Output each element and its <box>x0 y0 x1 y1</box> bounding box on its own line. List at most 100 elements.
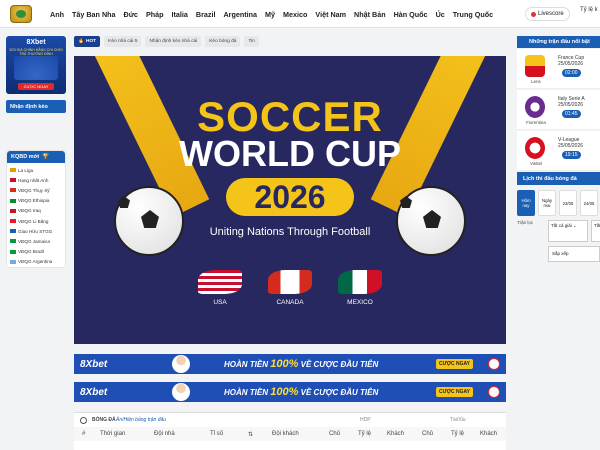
nav-item[interactable]: Italia <box>168 10 192 19</box>
nav-item[interactable]: Argentina <box>219 10 261 19</box>
schedule-tabs: Hôm nay Ngày mai 23/05 24/05 <box>517 190 600 216</box>
promo-cta-button[interactable]: CƯỢC NGAY <box>436 387 474 397</box>
nav-item[interactable]: Hàn Quốc <box>390 10 432 19</box>
col-header: Tỷ lệ <box>451 431 465 437</box>
sort-icon[interactable]: ⇅ <box>248 431 253 438</box>
team-crest-icon <box>525 137 545 159</box>
ad-subtitle: ĐỒI GIÀ CHÍNH HÃNG CHI CHỐI TRẢ THƯỞNG Đ… <box>9 48 63 56</box>
kqbd-item[interactable]: VĐQG Jamaica <box>10 236 62 246</box>
nav-item[interactable]: Trung Quốc <box>449 10 497 19</box>
world-cup-banner[interactable]: SOCCER WORLD CUP 2026 Uniting Nations Th… <box>74 56 506 344</box>
league-flag-icon <box>10 249 16 254</box>
col-header: Tỉ số <box>210 431 224 437</box>
promo-text-b: VỀ CƯỢC ĐẦU TIÊN <box>300 388 379 397</box>
kqbd-item[interactable]: VĐQG Brazil <box>10 247 62 257</box>
promo-text-a: HOÀN TIỀN <box>224 360 268 369</box>
col-header: Đội khách <box>272 431 299 437</box>
league-flag-icon <box>10 239 16 244</box>
nav-item[interactable]: Mỹ <box>261 10 279 19</box>
featured-match[interactable]: Viettel V-League 25/05/2026 19:15 <box>517 131 600 171</box>
country-nav: Anh Tây Ban Nha Đức Pháp Italia Brazil A… <box>46 0 497 28</box>
taixiu-header: Tài/Xỉu <box>450 417 466 423</box>
country-label: MEXICO <box>347 299 373 306</box>
league-flag-icon <box>10 188 16 193</box>
kqbd-item[interactable]: VĐQG Li Băng <box>10 216 62 226</box>
livescore-button[interactable]: Livescore <box>525 7 570 21</box>
kqbd-item[interactable]: Hạng nhất Anh <box>10 175 62 185</box>
kqbd-item-label: VĐQG Argentina <box>18 259 53 265</box>
nav-item[interactable]: Đức <box>120 10 142 19</box>
promo-banner[interactable]: 8Xbet HOÀN TIỀN 100% VỀ CƯỢC ĐẦU TIÊN CƯ… <box>74 382 506 402</box>
nav-item[interactable]: Pháp <box>142 10 168 19</box>
match-info: Italy Serie A 25/05/2026 <box>558 96 585 109</box>
match-info: France Cup 25/05/2026 <box>558 55 584 68</box>
kqbd-list: La Liga Hạng nhất Anh VĐQG Thụy Sỹ VĐQG Eth… <box>7 163 65 269</box>
kqbd-item[interactable]: VĐQG Iraq <box>10 206 62 216</box>
tab-today[interactable]: Hôm nay <box>517 190 535 216</box>
featured-matches-title: Những trận đấu nổi bật <box>517 36 600 48</box>
promo-person-image <box>172 383 190 401</box>
sort-select[interactable]: Sắp xếp <box>548 246 600 262</box>
promo-banner[interactable]: 8Xbet HOÀN TIỀN 100% VỀ CƯỢC ĐẦU TIÊN CƯ… <box>74 354 506 374</box>
kqbd-item-label: VĐQG Brazil <box>18 249 45 255</box>
country-canada: CANADA <box>260 270 320 306</box>
kqbd-item[interactable]: Giao Hữu STGG <box>10 226 62 236</box>
kqbd-item[interactable]: La Liga <box>10 165 62 175</box>
nav-item[interactable]: Brazil <box>192 10 220 19</box>
promo-text-b: VỀ CƯỢC ĐẦU TIÊN <box>300 360 379 369</box>
chip-hot[interactable]: 🔥 HOT <box>74 36 101 47</box>
promo-brand: 8Xbet <box>80 386 108 398</box>
col-header: Thời gian <box>100 431 126 437</box>
promo-pct: 100% <box>270 358 299 370</box>
sidebar-ad-8xbet[interactable]: 8Xbet ĐỒI GIÀ CHÍNH HÃNG CHI CHỐI TRẢ TH… <box>6 36 66 94</box>
kqbd-item[interactable]: VĐQG Ethiopia <box>10 196 62 206</box>
secondary-select[interactable]: Tất <box>591 220 600 242</box>
league-select[interactable]: Tất cả giải ⌄ <box>548 220 588 242</box>
chip-filter[interactable]: Nhận định kèo nhà cái <box>145 36 202 47</box>
featured-match[interactable]: Lens France Cup 25/05/2026 02:00 <box>517 49 600 89</box>
schedule-title: Lịch thi đấu bóng đá <box>517 172 600 185</box>
match-date: 25/05/2026 <box>558 61 584 68</box>
chip-hot-label: HOT <box>85 39 97 44</box>
chip-filter[interactable]: Kèo nhà cái 5 <box>104 36 142 47</box>
odds-rate-link[interactable]: Tỷ lệ k <box>580 7 598 13</box>
match-info: V-League 25/05/2026 <box>558 137 583 150</box>
nav-item[interactable]: Úc <box>432 10 449 19</box>
promo-cta-button[interactable]: CƯỢC NGAY <box>436 359 474 369</box>
nav-item[interactable]: Anh <box>46 10 68 19</box>
promo-pct: 100% <box>270 386 299 398</box>
league: France Cup <box>558 55 585 61</box>
tab-date[interactable]: 23/05 <box>559 190 577 216</box>
nav-item[interactable]: Mexico <box>279 10 311 19</box>
site-logo[interactable] <box>10 5 32 23</box>
nav-item[interactable]: Nhật Bản <box>350 10 390 19</box>
col-header: Tỷ lệ <box>358 431 372 437</box>
league-flag-icon <box>10 259 16 264</box>
country-mexico: MEXICO <box>330 270 390 306</box>
soccer-ball-icon <box>80 416 87 424</box>
country-usa: USA <box>190 270 250 306</box>
match-date: 25/05/2026 <box>558 102 584 109</box>
chevron-down-icon: ⌄ <box>573 223 577 228</box>
tab-date[interactable]: 24/05 <box>580 190 598 216</box>
chip-filter[interactable]: Tin <box>244 36 259 47</box>
kqbd-item[interactable]: VĐQG Argentina <box>10 257 62 267</box>
banner-year: 2026 <box>226 178 354 216</box>
toggle-table-link[interactable]: Ẩn/Hiện bảng trận đấu <box>116 417 166 423</box>
chip-filter[interactable]: Kèo bóng đá <box>205 36 241 47</box>
tab-tomorrow[interactable]: Ngày mai <box>538 190 556 216</box>
soccer-ball-icon <box>114 186 184 256</box>
table-column-header: # Thời gian Đội nhà Tỉ số ⇅ Đội khách Ch… <box>74 427 506 441</box>
league-flag-icon <box>10 178 16 183</box>
col-header: # <box>82 431 86 437</box>
hdp-header: HDP <box>360 417 371 423</box>
kqbd-item[interactable]: VĐQG Thụy Sỹ <box>10 185 62 195</box>
kqbd-item-label: VĐQG Thụy Sỹ <box>18 187 50 193</box>
soccer-ball-icon <box>396 186 466 256</box>
promo-text: HOÀN TIỀN 100% VỀ CƯỢC ĐẦU TIÊN <box>224 358 378 370</box>
tips-button[interactable]: Nhận định kèo <box>6 100 66 113</box>
nav-item[interactable]: Việt Nam <box>311 10 350 19</box>
featured-match[interactable]: Fiorentina Italy Serie A 25/05/2026 01:45 <box>517 90 600 130</box>
nav-item[interactable]: Tây Ban Nha <box>68 10 120 19</box>
country-label: USA <box>213 299 227 306</box>
